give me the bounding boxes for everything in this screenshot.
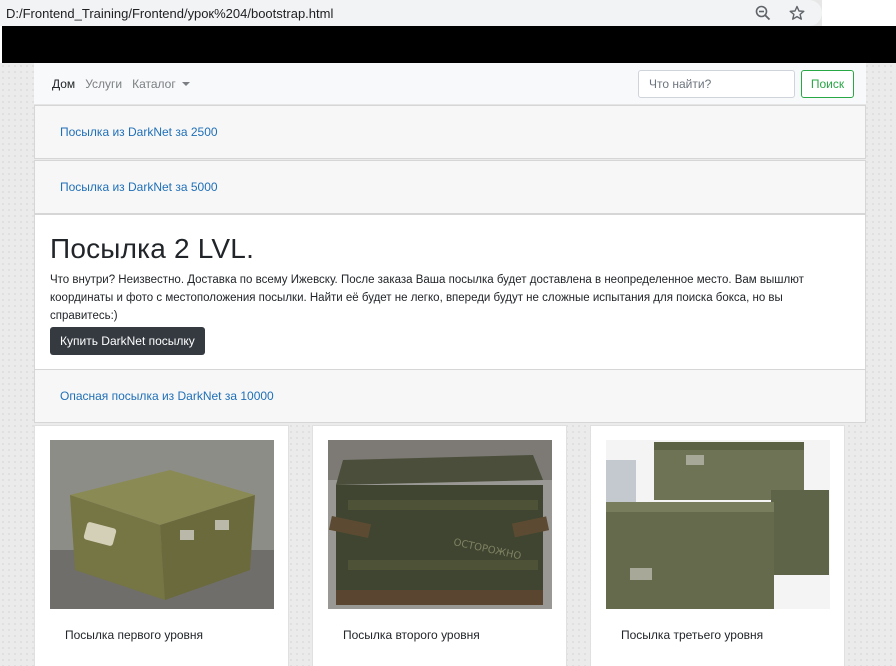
offer-link-5000[interactable]: Посылка из DarkNet за 5000 — [60, 180, 218, 194]
jumbotron: Посылка 2 LVL. Что внутри? Неизвестно. Д… — [34, 214, 866, 370]
nav-link-home[interactable]: Дом — [52, 77, 75, 91]
offer-link-10000[interactable]: Опасная посылка из DarkNet за 10000 — [60, 389, 274, 403]
search-button[interactable]: Поиск — [801, 70, 854, 98]
navbar: Дом Услуги Каталог Поиск — [34, 63, 866, 105]
offer-card-5000: Посылка из DarkNet за 5000 — [34, 160, 866, 214]
nav-dropdown-catalog[interactable]: Каталог — [132, 77, 190, 91]
jumbotron-title: Посылка 2 LVL. — [50, 233, 255, 264]
product-image-box-2[interactable]: ОСТОРОЖНО — [328, 440, 552, 609]
product-image-box-1[interactable] — [50, 440, 274, 609]
zoom-out-icon[interactable] — [754, 4, 772, 22]
product-image-box-3[interactable] — [606, 440, 830, 609]
product-card-level-1: Посылка первого уровня — [34, 425, 289, 666]
offer-card-2500: Посылка из DarkNet за 2500 — [34, 105, 866, 159]
nav-link-services[interactable]: Услуги — [85, 77, 122, 91]
search-input[interactable] — [638, 70, 795, 98]
nav-dropdown-catalog-label: Каталог — [132, 76, 176, 91]
product-title-3: Посылка третьего уровня — [621, 628, 764, 642]
star-icon[interactable] — [788, 4, 806, 22]
url-text[interactable]: D:/Frontend_Training/Frontend/урок%204/b… — [6, 6, 754, 21]
product-card-level-2: ОСТОРОЖНО Посылка второго уровня — [312, 425, 567, 666]
offer-link-2500[interactable]: Посылка из DarkNet за 2500 — [60, 125, 218, 139]
product-title-1: Посылка первого уровня — [65, 628, 204, 642]
product-card-level-3: Посылка третьего уровня — [590, 425, 845, 666]
chrome-corner — [822, 0, 896, 26]
browser-toolbar-area — [2, 26, 896, 63]
caret-down-icon — [181, 82, 190, 87]
product-title-2: Посылка второго уровня — [343, 628, 480, 642]
page-viewport: Дом Услуги Каталог Поиск Посылка из Dark… — [0, 63, 896, 666]
address-bar[interactable]: D:/Frontend_Training/Frontend/урок%204/b… — [0, 0, 822, 26]
offer-card-10000: Опасная посылка из DarkNet за 10000 — [34, 369, 866, 423]
page-container: Дом Услуги Каталог Поиск Посылка из Dark… — [34, 63, 866, 666]
buy-button[interactable]: Купить DarkNet посылку — [50, 327, 205, 355]
jumbotron-text: Что внутри? Неизвестно. Доставка по всем… — [50, 274, 804, 322]
